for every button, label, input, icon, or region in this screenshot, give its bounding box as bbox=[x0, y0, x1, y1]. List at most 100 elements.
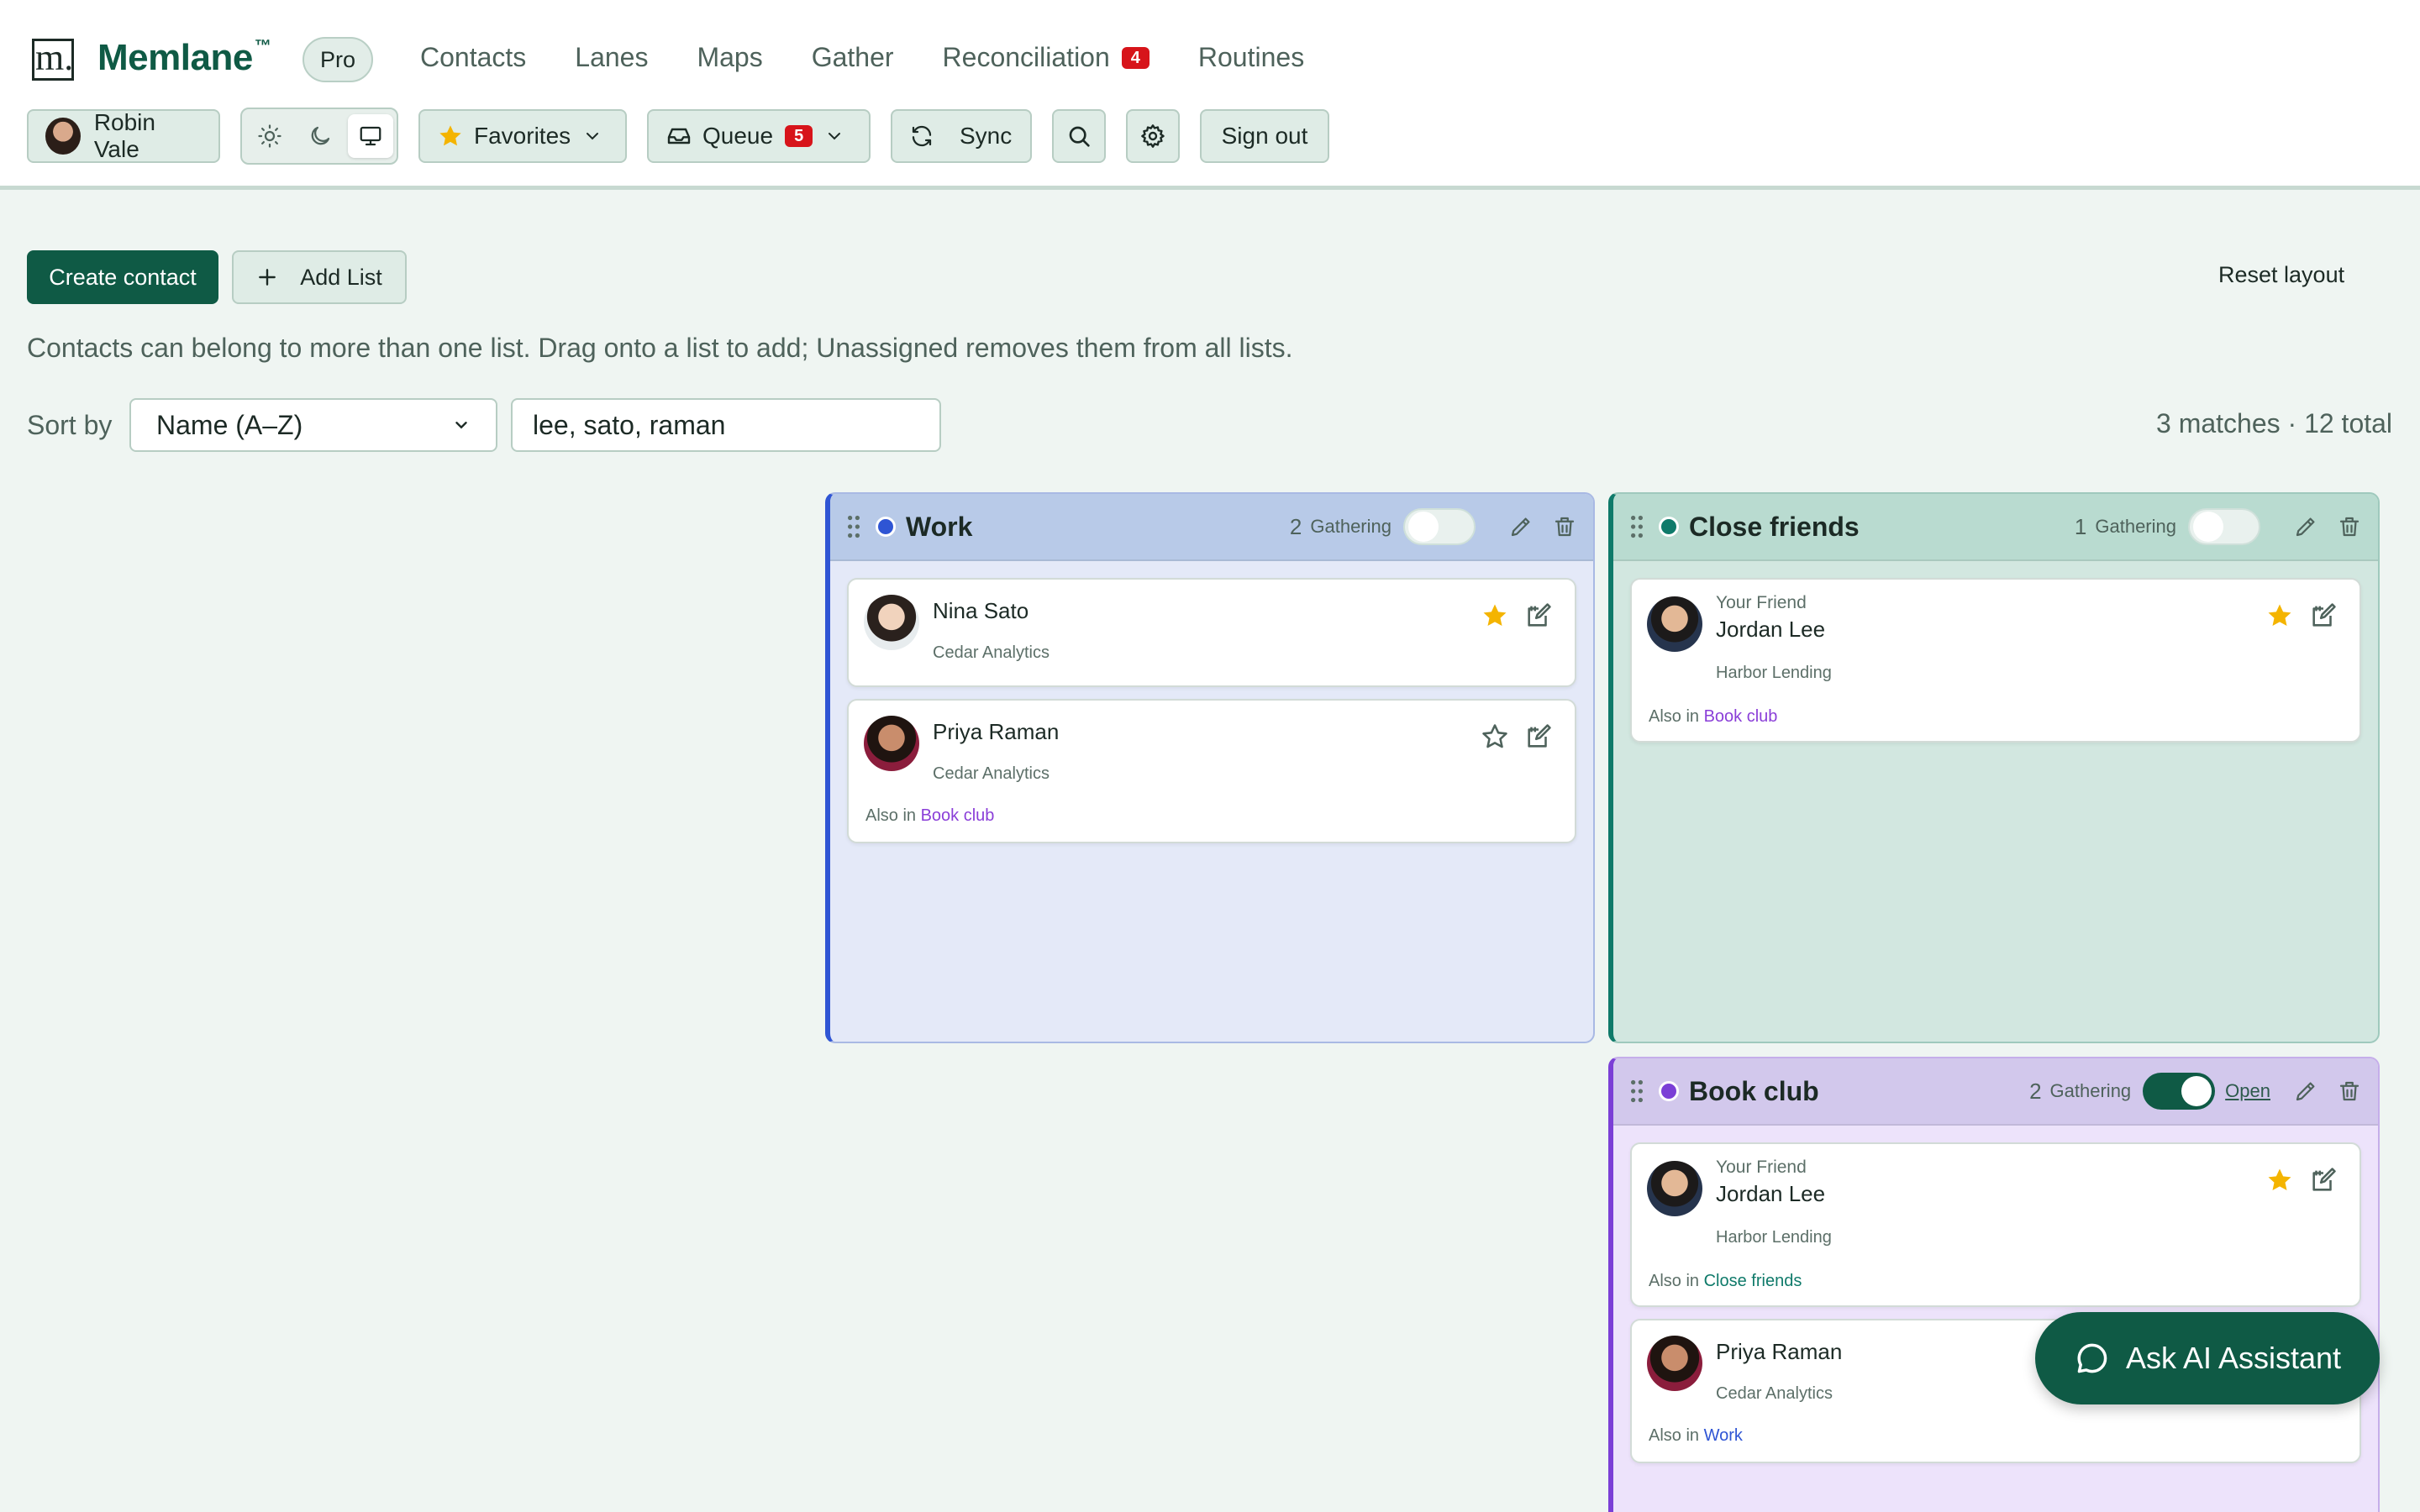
nav-routines[interactable]: Routines bbox=[1198, 42, 1304, 73]
user-menu-button[interactable]: Robin Vale bbox=[27, 109, 220, 163]
lane-header: Close friends 1 Gathering bbox=[1613, 494, 2378, 561]
lane-count: 2 bbox=[1289, 513, 1302, 539]
contact-name[interactable]: Nina Sato bbox=[933, 598, 1028, 624]
lane-header: Book club 2 Gathering Open bbox=[1613, 1058, 2378, 1126]
edit-note-icon[interactable] bbox=[1524, 722, 1553, 751]
brand-name[interactable]: Memlane ™ bbox=[97, 37, 271, 79]
inbox-icon bbox=[667, 128, 691, 144]
contact-card[interactable]: Priya Raman Cedar Analytics Also in Book… bbox=[847, 699, 1576, 843]
ask-ai-assistant-button[interactable]: Ask AI Assistant bbox=[2035, 1312, 2380, 1404]
queue-count-badge: 5 bbox=[785, 125, 813, 147]
contact-relation: Your Friend bbox=[1716, 1158, 1807, 1177]
contact-card[interactable]: Nina Sato Cedar Analytics bbox=[847, 578, 1576, 687]
favorites-menu-button[interactable]: Favorites bbox=[418, 109, 627, 163]
contact-organization: Harbor Lending bbox=[1716, 1228, 1832, 1247]
nav-contacts[interactable]: Contacts bbox=[420, 42, 526, 73]
contact-avatar bbox=[1647, 596, 1702, 652]
queue-label: Queue bbox=[702, 123, 774, 149]
contact-name[interactable]: Priya Raman bbox=[933, 719, 1059, 745]
open-gathering-link[interactable]: Open bbox=[2225, 1080, 2270, 1102]
lane-count: 2 bbox=[2029, 1078, 2042, 1104]
also-in-note: Also in Work bbox=[1649, 1426, 1743, 1445]
sign-out-button[interactable]: Sign out bbox=[1200, 109, 1329, 163]
gear-icon bbox=[1141, 124, 1165, 148]
nav-maps[interactable]: Maps bbox=[697, 42, 762, 73]
sort-select[interactable]: Name (A–Z) bbox=[129, 398, 497, 452]
contact-name[interactable]: Jordan Lee bbox=[1716, 1181, 1825, 1207]
chat-bubble-icon bbox=[2077, 1343, 2107, 1373]
rename-lane-button[interactable] bbox=[2289, 510, 2323, 543]
star-filled-icon[interactable] bbox=[2265, 601, 2294, 630]
delete-lane-button[interactable] bbox=[2333, 510, 2366, 543]
logo-mark[interactable]: m. bbox=[32, 39, 74, 81]
trash-icon bbox=[2339, 1081, 2360, 1101]
star-filled-icon[interactable] bbox=[1481, 601, 1509, 630]
delete-lane-button[interactable] bbox=[2333, 1074, 2366, 1108]
also-in-link[interactable]: Close friends bbox=[1704, 1272, 1802, 1290]
nav-lanes[interactable]: Lanes bbox=[575, 42, 648, 73]
contact-card[interactable]: Your Friend Jordan Lee Harbor Lending Al… bbox=[1630, 578, 2361, 743]
contact-avatar bbox=[1647, 1336, 1702, 1391]
ask-ai-label: Ask AI Assistant bbox=[2125, 1341, 2342, 1375]
add-list-button[interactable]: Add List bbox=[232, 250, 407, 304]
lane-title: Close friends bbox=[1689, 511, 1860, 542]
also-in-link[interactable]: Work bbox=[1704, 1426, 1743, 1445]
also-in-link[interactable]: Book club bbox=[1704, 707, 1778, 726]
lane-color-dot bbox=[1659, 1081, 1679, 1101]
edit-note-icon[interactable] bbox=[2309, 1166, 2338, 1194]
nav-reconciliation[interactable]: Reconciliation 4 bbox=[943, 42, 1150, 73]
drag-handle-icon[interactable] bbox=[845, 515, 862, 538]
toggle-knob bbox=[2193, 512, 2223, 542]
system-theme-button[interactable] bbox=[348, 114, 393, 158]
rename-lane-button[interactable] bbox=[2289, 1074, 2323, 1108]
lane-header: Work 2 Gathering bbox=[830, 494, 1593, 561]
user-avatar bbox=[45, 118, 81, 155]
gathering-label: Gathering bbox=[2095, 516, 2176, 537]
reset-layout-button[interactable]: Reset layout bbox=[2218, 262, 2344, 288]
create-contact-button[interactable]: Create contact bbox=[27, 250, 218, 304]
sync-label: Sync bbox=[960, 123, 1013, 149]
contact-card[interactable]: Your Friend Jordan Lee Harbor Lending Al… bbox=[1630, 1142, 2361, 1307]
dark-theme-button[interactable] bbox=[297, 114, 343, 158]
gathering-toggle[interactable] bbox=[2143, 1073, 2216, 1110]
chevron-down-icon bbox=[829, 133, 841, 140]
sort-selected-value: Name (A–Z) bbox=[156, 409, 303, 440]
delete-lane-button[interactable] bbox=[1548, 510, 1581, 543]
edit-note-icon[interactable] bbox=[2309, 601, 2338, 630]
contact-name[interactable]: Jordan Lee bbox=[1716, 617, 1825, 643]
reconciliation-count-badge: 4 bbox=[1121, 46, 1150, 69]
drag-handle-icon[interactable] bbox=[1628, 1079, 1645, 1103]
star-outline-icon[interactable] bbox=[1481, 722, 1509, 751]
contact-avatar bbox=[1647, 1161, 1702, 1216]
app-header: m. Memlane ™ Pro Contacts Lanes Maps Gath… bbox=[0, 0, 2420, 190]
lane-book-club[interactable]: Book club 2 Gathering Open Your Friend J… bbox=[1608, 1057, 2380, 1512]
contact-avatar bbox=[864, 595, 919, 650]
edit-note-icon[interactable] bbox=[1524, 601, 1553, 630]
plus-icon bbox=[259, 269, 276, 286]
toggle-knob bbox=[1408, 512, 1439, 542]
gathering-toggle[interactable] bbox=[1403, 508, 1476, 545]
contact-organization: Cedar Analytics bbox=[933, 643, 1050, 662]
contact-organization: Harbor Lending bbox=[1716, 664, 1832, 682]
plan-badge: Pro bbox=[302, 37, 373, 82]
contact-search-input[interactable] bbox=[511, 398, 941, 452]
lane-work[interactable]: Work 2 Gathering Nina Sato Cedar Analyti… bbox=[825, 492, 1595, 1043]
nav-gather[interactable]: Gather bbox=[812, 42, 894, 73]
sync-button[interactable]: Sync bbox=[891, 109, 1032, 163]
trash-icon bbox=[1555, 517, 1575, 537]
star-filled-icon[interactable] bbox=[2265, 1166, 2294, 1194]
lane-color-dot bbox=[1659, 517, 1679, 537]
main-nav: Contacts Lanes Maps Gather Reconciliatio… bbox=[420, 42, 1353, 73]
contact-name[interactable]: Priya Raman bbox=[1716, 1339, 1842, 1365]
queue-menu-button[interactable]: Queue 5 bbox=[647, 109, 871, 163]
drag-handle-icon[interactable] bbox=[1628, 515, 1645, 538]
settings-button[interactable] bbox=[1126, 109, 1180, 163]
light-theme-button[interactable] bbox=[247, 114, 292, 158]
also-in-link[interactable]: Book club bbox=[921, 806, 995, 825]
lane-close-friends[interactable]: Close friends 1 Gathering Your Friend Jo… bbox=[1608, 492, 2380, 1043]
gathering-label: Gathering bbox=[2049, 1080, 2132, 1101]
toggle-knob bbox=[2181, 1076, 2212, 1106]
gathering-toggle[interactable] bbox=[2188, 508, 2260, 545]
search-button[interactable] bbox=[1052, 109, 1106, 163]
rename-lane-button[interactable] bbox=[1504, 510, 1538, 543]
